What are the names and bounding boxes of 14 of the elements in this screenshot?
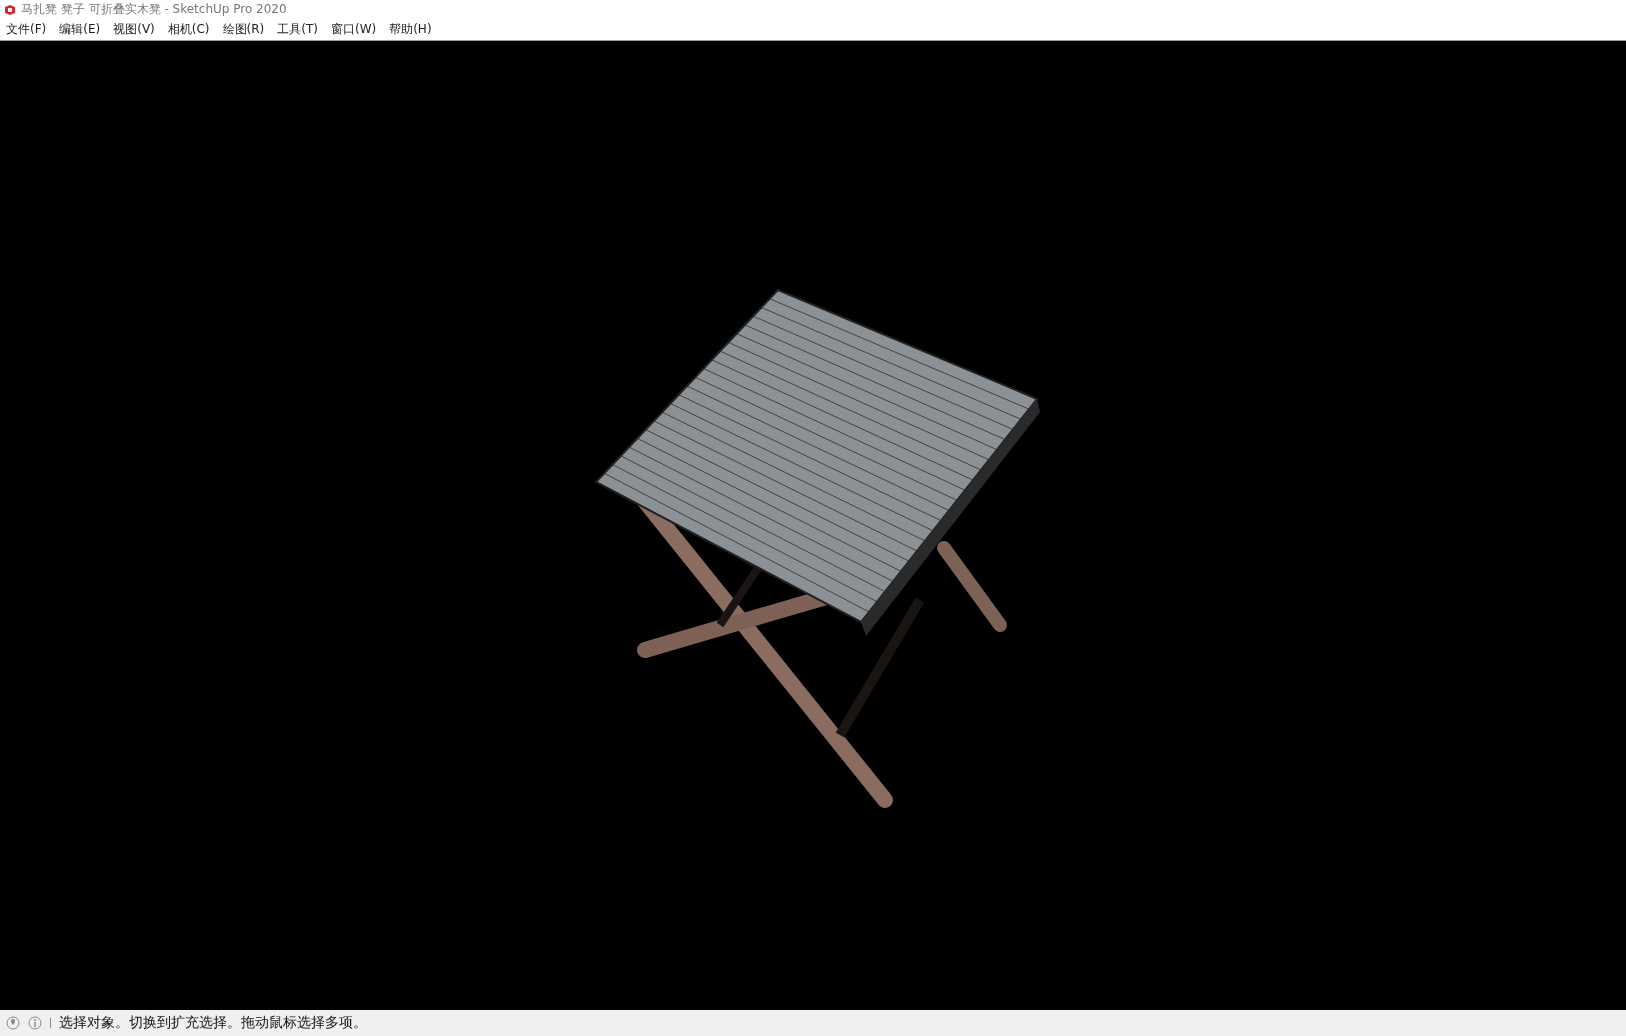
viewport[interactable] <box>0 41 1626 1010</box>
menu-item[interactable]: 帮助(H) <box>389 21 432 38</box>
menu-item[interactable]: 文件(F) <box>6 21 47 38</box>
menu-item[interactable]: 窗口(W) <box>330 21 377 38</box>
menu-item[interactable]: 工具(T) <box>277 21 318 38</box>
menu-item[interactable]: 编辑(E) <box>59 21 101 38</box>
menu-item[interactable]: 绘图(R) <box>222 21 265 38</box>
location-icon[interactable] <box>6 1016 20 1030</box>
menu-item[interactable]: 视图(V) <box>113 21 155 38</box>
app-logo-icon <box>4 3 16 16</box>
menu-item[interactable]: 相机(C) <box>167 21 210 38</box>
window-title: 马扎凳 凳子 可折叠实木凳 - SketchUp Pro 2020 <box>21 1 287 18</box>
status-message: 选择对象。切换到扩充选择。拖动鼠标选择多项。 <box>59 1014 367 1032</box>
info-icon[interactable] <box>28 1016 42 1030</box>
